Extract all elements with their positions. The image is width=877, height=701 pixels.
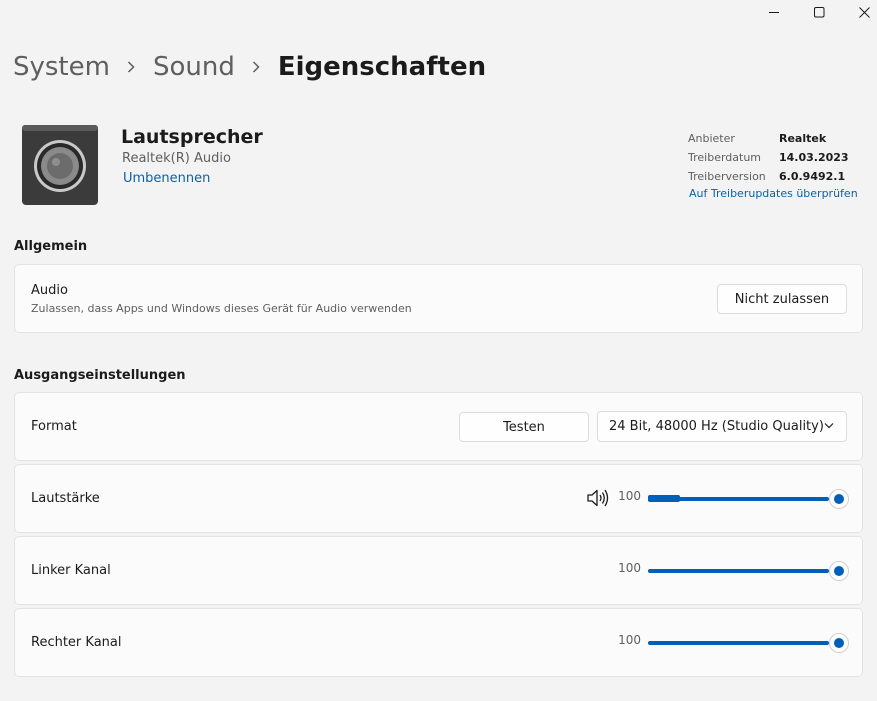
format-label: Format (31, 419, 77, 434)
speaker-icon (22, 125, 98, 205)
page-title: Eigenschaften (277, 52, 487, 82)
left-channel-value: 100 (618, 561, 641, 575)
left-channel-label: Linker Kanal (31, 563, 111, 578)
volume-label: Lautstärke (31, 491, 100, 506)
driver-info-label: Treiberdatum (688, 151, 762, 164)
volume-card: Lautstärke 100 (14, 464, 863, 533)
driver-info-row: Treiberdatum 14.03.2023 (688, 148, 849, 167)
driver-info-label: Treiberversion (688, 170, 766, 183)
breadcrumb: System Sound Eigenschaften (13, 52, 486, 82)
left-channel-slider-thumb[interactable] (829, 561, 849, 581)
driver-info: Anbieter Realtek Treiberdatum 14.03.2023… (688, 129, 849, 186)
maximize-button[interactable] (796, 0, 842, 24)
audio-label: Audio (31, 283, 68, 298)
driver-info-row: Treiberversion 6.0.9492.1 (688, 167, 849, 186)
breadcrumb-system[interactable]: System (13, 52, 110, 82)
driver-info-value: Realtek (779, 132, 827, 145)
device-subtitle: Realtek(R) Audio (122, 151, 231, 166)
minimize-button[interactable] (751, 0, 797, 24)
right-channel-slider-thumb[interactable] (829, 633, 849, 653)
volume-slider-thumb[interactable] (829, 489, 849, 509)
volume-value: 100 (618, 489, 641, 503)
section-title-general: Allgemein (14, 239, 88, 254)
driver-info-label: Anbieter (688, 132, 735, 145)
section-title-output: Ausgangseinstellungen (14, 368, 186, 383)
volume-slider-marker (648, 495, 680, 502)
driver-info-value: 14.03.2023 (779, 151, 849, 164)
driver-update-link[interactable]: Auf Treiberupdates überprüfen (689, 187, 858, 200)
left-channel-slider-track[interactable] (648, 569, 829, 573)
rename-link[interactable]: Umbenennen (123, 171, 210, 186)
format-dropdown[interactable]: 24 Bit, 48000 Hz (Studio Quality) (597, 411, 847, 442)
chevron-down-icon (824, 423, 834, 429)
close-button[interactable] (841, 0, 877, 24)
format-selected: 24 Bit, 48000 Hz (Studio Quality) (609, 419, 824, 434)
chevron-right-icon (235, 61, 278, 73)
format-card: Format Testen 24 Bit, 48000 Hz (Studio Q… (14, 392, 863, 461)
maximize-icon (813, 6, 824, 17)
minimize-icon (769, 12, 779, 13)
right-channel-label: Rechter Kanal (31, 635, 122, 650)
breadcrumb-sound[interactable]: Sound (153, 52, 235, 82)
right-channel-card: Rechter Kanal 100 (14, 608, 863, 677)
driver-info-value: 6.0.9492.1 (779, 170, 846, 183)
disallow-button[interactable]: Nicht zulassen (717, 284, 847, 314)
right-channel-slider-track[interactable] (648, 641, 829, 645)
close-icon (858, 6, 870, 18)
audio-description: Zulassen, dass Apps und Windows dieses G… (31, 302, 412, 315)
left-channel-card: Linker Kanal 100 (14, 536, 863, 605)
test-button[interactable]: Testen (459, 412, 589, 442)
driver-info-row: Anbieter Realtek (688, 129, 849, 148)
device-name: Lautsprecher (121, 126, 263, 148)
right-channel-value: 100 (618, 633, 641, 647)
volume-icon[interactable] (586, 487, 610, 509)
audio-card: Audio Zulassen, dass Apps und Windows di… (14, 264, 863, 333)
chevron-right-icon (110, 61, 153, 73)
